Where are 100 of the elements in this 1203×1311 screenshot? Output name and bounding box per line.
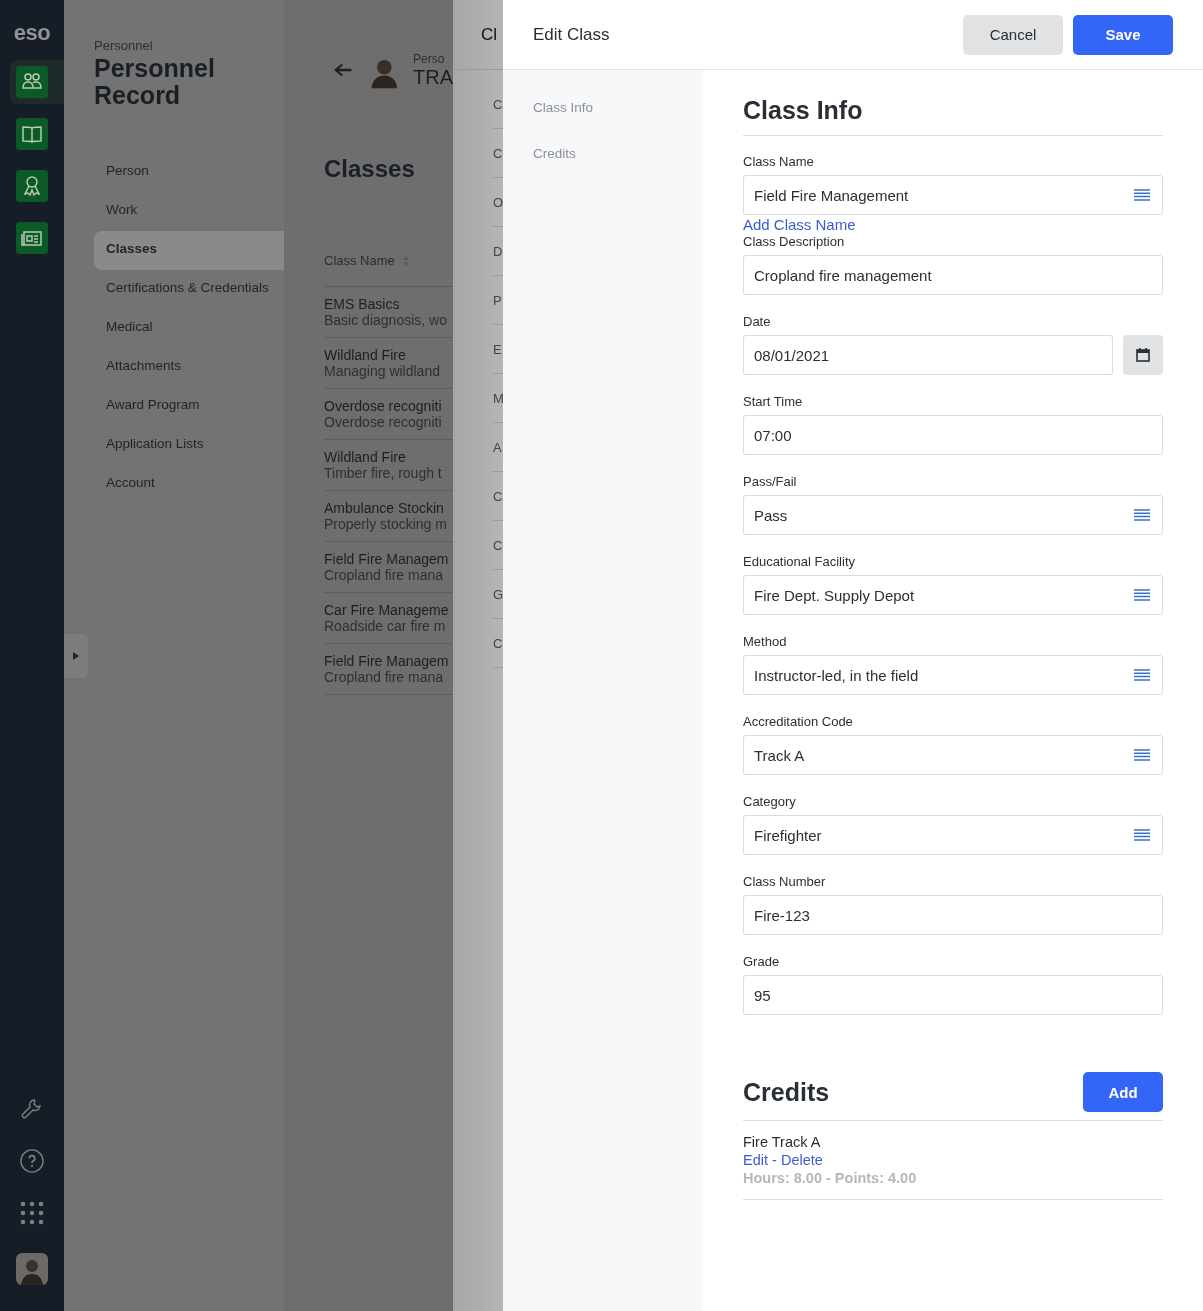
select-field[interactable]: Track A	[743, 735, 1163, 775]
class-description: Properly stocking m	[324, 516, 448, 532]
list-icon	[1134, 669, 1150, 681]
add-button[interactable]: Add	[1083, 1072, 1163, 1112]
app-logo: eso	[13, 20, 51, 46]
delete-link[interactable]: Delete	[780, 1152, 823, 1168]
class-name: Overdose recogniti	[324, 398, 443, 414]
field-label: G	[493, 586, 504, 602]
person-label: Perso	[413, 51, 446, 66]
class-name: Field Fire Managem	[324, 653, 450, 669]
class-description: Timber fire, rough t	[324, 465, 443, 481]
list-icon	[1134, 509, 1150, 521]
section-nav-link[interactable]: Class Info	[533, 100, 703, 146]
field-label: A	[493, 439, 502, 455]
select-field[interactable]: Field Fire Management	[743, 175, 1163, 215]
back-arrow-icon[interactable]	[334, 62, 353, 78]
class-name: Field Fire Managem	[324, 551, 450, 567]
edit-link[interactable]: Edit	[743, 1152, 768, 1168]
rail-nav-item[interactable]	[10, 60, 64, 104]
help-icon[interactable]	[20, 1149, 44, 1173]
wrench-icon[interactable]	[20, 1097, 44, 1121]
field-label: Start Time	[743, 394, 804, 409]
class-description: Cropland fire mana	[324, 567, 445, 583]
newspaper-icon	[16, 222, 48, 254]
field-label: C	[493, 537, 503, 553]
field-label: Class Name	[743, 154, 815, 169]
select-field[interactable]: Firefighter	[743, 815, 1163, 855]
section-title: Classes	[324, 155, 416, 183]
text-field[interactable]: Cropland fire management	[743, 255, 1163, 295]
select-field[interactable]: Instructor-led, in the field	[743, 655, 1163, 695]
book-icon	[16, 118, 48, 150]
section-heading: Credits	[743, 1077, 830, 1107]
sidebar-item[interactable]: Medical	[94, 309, 284, 348]
field-label: Category	[743, 794, 797, 809]
ribbon-icon	[16, 170, 48, 202]
field-label: Accreditation Code	[743, 714, 854, 729]
credit-details: Hours: 8.00 - Points: 4.00	[743, 1169, 918, 1187]
class-description: Basic diagnosis, wo	[324, 312, 448, 328]
link-separator: -	[772, 1152, 777, 1168]
class-name: Ambulance Stockin	[324, 500, 445, 516]
field-label: E	[493, 341, 502, 357]
cancel-button[interactable]: Cancel	[963, 14, 1063, 55]
panel-title: Cl	[481, 24, 498, 45]
sidebar-item[interactable]: Classes	[94, 231, 284, 270]
field-label: Date	[743, 314, 772, 329]
field-label: D	[493, 243, 503, 259]
field-label: M	[493, 390, 504, 406]
breadcrumb-label: Personnel	[94, 38, 154, 53]
class-name: Wildland Fire	[324, 347, 407, 363]
class-description: Cropland fire mana	[324, 669, 445, 685]
section-nav-link[interactable]: Credits	[533, 146, 703, 192]
calendar-icon	[1136, 348, 1150, 362]
list-icon	[1134, 189, 1150, 201]
add-class-name-link[interactable]: Add Class Name	[743, 216, 856, 233]
sidebar-item[interactable]: Certifications & Credentials	[94, 270, 284, 309]
save-button[interactable]: Save	[1073, 14, 1173, 55]
people-icon	[16, 66, 48, 98]
field-label: C	[493, 488, 503, 504]
class-name: EMS Basics	[324, 296, 401, 312]
field-label: Educational Facility	[743, 554, 856, 569]
person-name: TRA	[413, 65, 453, 89]
select-field[interactable]: Fire Dept. Supply Depot	[743, 575, 1163, 615]
sidebar-item[interactable]: Attachments	[94, 348, 284, 387]
expand-handle[interactable]	[64, 634, 88, 678]
list-icon	[1134, 829, 1150, 841]
class-name: Car Fire Manageme	[324, 602, 450, 618]
credit-name: Fire Track A	[743, 1133, 822, 1151]
list-icon	[1134, 589, 1150, 601]
dialog-title: Edit Class	[533, 24, 611, 45]
text-field[interactable]: Fire-123	[743, 895, 1163, 935]
select-field[interactable]: Pass	[743, 495, 1163, 535]
calendar-button[interactable]	[1123, 335, 1163, 375]
field-label: C	[493, 145, 503, 161]
text-field[interactable]: 07:00	[743, 415, 1163, 455]
field-label: O	[493, 194, 504, 210]
text-field[interactable]: 95	[743, 975, 1163, 1015]
field-label: P	[493, 292, 502, 308]
field-label: C	[493, 635, 503, 651]
caret-icon	[73, 652, 79, 660]
field-label: C	[493, 96, 503, 112]
class-name: Wildland Fire	[324, 449, 407, 465]
class-description: Overdose recogniti	[324, 414, 443, 430]
field-label: Method	[743, 634, 788, 649]
sidebar-item[interactable]: Person	[94, 153, 284, 192]
apps-grid-icon[interactable]	[20, 1201, 44, 1225]
sidebar-item[interactable]: Award Program	[94, 387, 284, 426]
date-field[interactable]: 08/01/2021	[743, 335, 1113, 375]
sidebar-item[interactable]: Account	[94, 465, 284, 504]
field-label: Class Description	[743, 234, 846, 249]
section-heading: Class Info	[743, 96, 1163, 136]
field-label: Class Number	[743, 874, 827, 889]
class-description: Roadside car fire m	[324, 618, 447, 634]
user-avatar[interactable]	[16, 1253, 48, 1285]
page-title: Personnel Record	[94, 55, 216, 109]
field-label: Pass/Fail	[743, 474, 798, 489]
sidebar-item[interactable]: Work	[94, 192, 284, 231]
field-label: Grade	[743, 954, 781, 969]
list-icon	[1134, 749, 1150, 761]
class-description: Managing wildland	[324, 363, 441, 379]
sidebar-item[interactable]: Application Lists	[94, 426, 284, 465]
